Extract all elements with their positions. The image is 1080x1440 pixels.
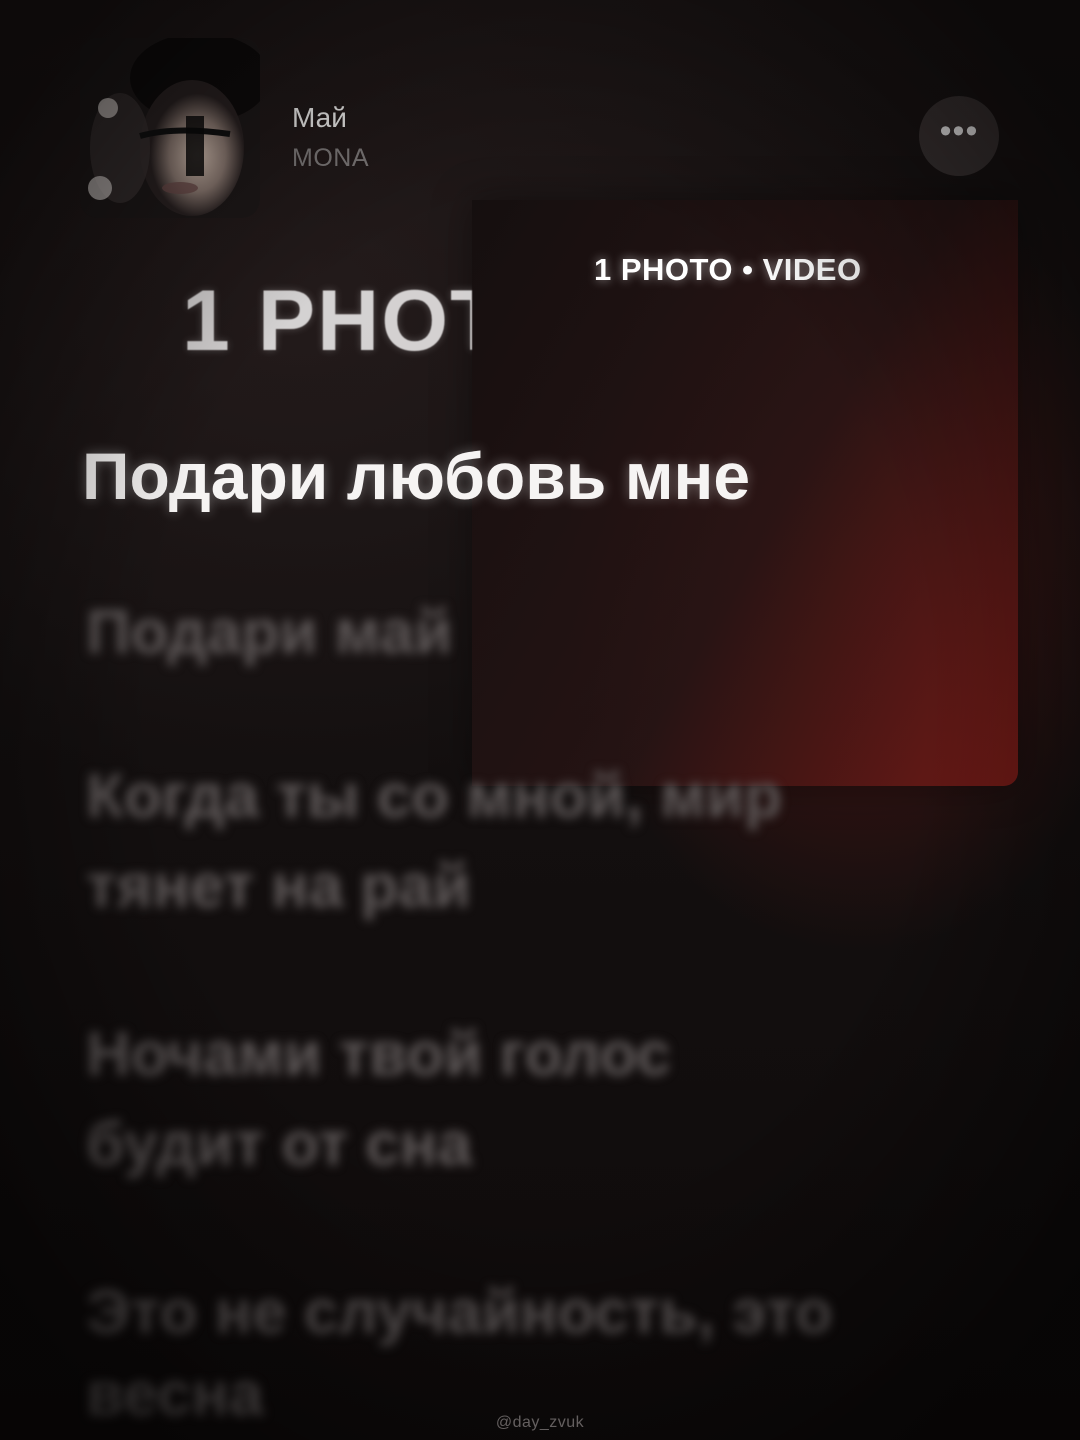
- lyric-line[interactable]: Это не случайность, это: [86, 1268, 833, 1358]
- watermark: @day_zvuk: [495, 1414, 585, 1431]
- lyric-line[interactable]: Когда ты со мной, мир: [86, 752, 782, 842]
- photo-video-label: 1 PHOTO • VIDEO: [594, 252, 862, 287]
- lyric-line-current[interactable]: Подари любовь мне: [82, 438, 750, 514]
- track-title: Май: [292, 102, 347, 133]
- lyric-line[interactable]: тянет на рай: [86, 842, 471, 932]
- lyric-line[interactable]: Подари май: [86, 588, 452, 678]
- more-options-button[interactable]: •••: [919, 96, 999, 176]
- lyric-line[interactable]: Ночами твой голос: [86, 1010, 671, 1100]
- ellipsis-icon: •••: [939, 112, 979, 150]
- track-artist: MONA: [292, 144, 369, 172]
- album-cover-image: [80, 38, 260, 218]
- lyric-line[interactable]: будит от сна: [86, 1100, 472, 1190]
- album-art[interactable]: [80, 38, 260, 218]
- big-photo-label: 1 PHOT: [182, 273, 472, 369]
